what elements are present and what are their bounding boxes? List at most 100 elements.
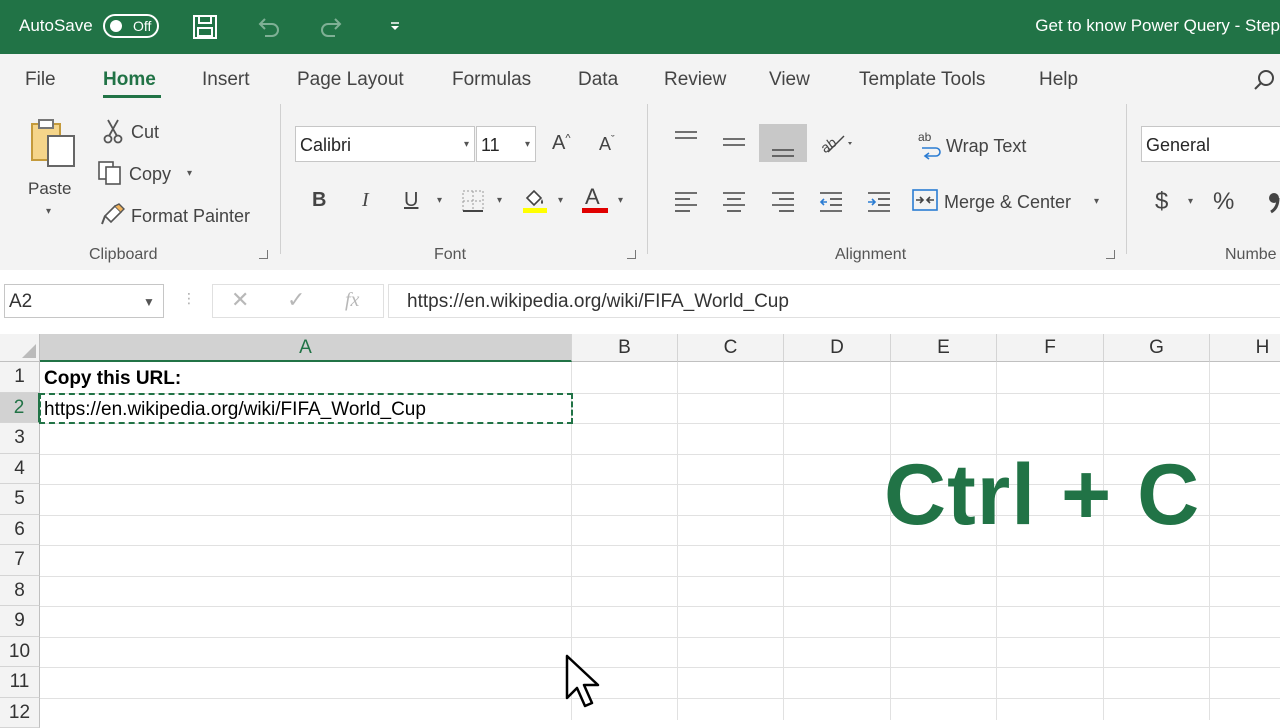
bold-button[interactable]: B: [312, 189, 326, 212]
row-header[interactable]: 6: [0, 515, 40, 546]
tab-insert[interactable]: Insert: [202, 69, 250, 91]
orientation-icon[interactable]: ab: [818, 130, 854, 161]
number-group-label: Numbe: [1225, 246, 1277, 264]
merge-center-button[interactable]: Merge & Center: [944, 192, 1071, 213]
row-header[interactable]: 3: [0, 423, 40, 454]
borders-icon[interactable]: [461, 189, 485, 218]
cell-a1[interactable]: Copy this URL:: [44, 368, 181, 390]
row-header[interactable]: 4: [0, 454, 40, 485]
font-size-value: 11: [481, 135, 500, 156]
borders-dropdown-icon[interactable]: ▾: [497, 195, 502, 206]
column-header-f[interactable]: F: [997, 334, 1104, 362]
paste-button[interactable]: [28, 118, 78, 173]
number-format-select[interactable]: General: [1141, 126, 1280, 162]
keyboard-shortcut-overlay: Ctrl + C: [884, 446, 1200, 545]
cell-a2-copy-marquee[interactable]: https://en.wikipedia.org/wiki/FIFA_World…: [39, 393, 573, 424]
top-align-icon[interactable]: [674, 130, 698, 153]
wrap-text-icon[interactable]: ab: [918, 130, 944, 165]
currency-dropdown-icon[interactable]: ▾: [1188, 196, 1193, 207]
row-header[interactable]: 11: [0, 667, 40, 698]
column-header-a[interactable]: A: [40, 334, 572, 362]
row-header[interactable]: 7: [0, 545, 40, 576]
fill-color-icon[interactable]: [521, 186, 549, 219]
align-left-icon[interactable]: [674, 190, 698, 217]
name-box-value: A2: [9, 291, 32, 313]
tab-review[interactable]: Review: [664, 69, 726, 91]
formula-input[interactable]: https://en.wikipedia.org/wiki/FIFA_World…: [388, 284, 1280, 318]
column-header-b[interactable]: B: [572, 334, 678, 362]
cancel-entry-icon[interactable]: ✕: [231, 287, 249, 313]
column-header-g[interactable]: G: [1104, 334, 1210, 362]
bottom-align-button[interactable]: [759, 124, 807, 162]
decrease-font-size-button[interactable]: Aˇ: [599, 134, 615, 155]
wrap-text-button[interactable]: Wrap Text: [946, 136, 1026, 157]
row-header[interactable]: 10: [0, 637, 40, 668]
confirm-entry-icon[interactable]: ✓: [287, 287, 305, 313]
row-header[interactable]: 8: [0, 576, 40, 607]
tab-home[interactable]: Home: [103, 69, 156, 91]
increase-font-size-button[interactable]: A^: [552, 132, 571, 155]
tab-data[interactable]: Data: [578, 69, 618, 91]
align-right-icon[interactable]: [771, 190, 795, 217]
select-all-corner[interactable]: [0, 334, 40, 362]
gridline: [783, 362, 784, 720]
name-box[interactable]: A2 ▼: [4, 284, 164, 318]
redo-icon[interactable]: [318, 13, 346, 41]
paste-dropdown-icon[interactable]: ▾: [46, 206, 51, 217]
font-name-select[interactable]: Calibri ▾: [295, 126, 475, 162]
tab-help[interactable]: Help: [1039, 69, 1078, 91]
increase-indent-icon[interactable]: [867, 190, 891, 217]
copy-button[interactable]: Copy: [129, 164, 171, 185]
number-format-value: General: [1146, 135, 1210, 156]
middle-align-icon[interactable]: [722, 130, 746, 159]
decrease-indent-icon[interactable]: [819, 190, 843, 217]
customize-qat-icon[interactable]: [381, 13, 409, 41]
paste-label[interactable]: Paste: [28, 179, 71, 199]
clipboard-dialog-launcher[interactable]: [259, 250, 268, 259]
cut-button[interactable]: Cut: [131, 122, 159, 143]
font-group-label: Font: [434, 246, 466, 264]
underline-dropdown-icon[interactable]: ▾: [437, 195, 442, 206]
percent-button[interactable]: %: [1213, 188, 1234, 216]
underline-button[interactable]: U: [404, 189, 418, 212]
insert-function-icon[interactable]: fx: [345, 289, 359, 312]
row-header[interactable]: 1: [0, 362, 40, 393]
gridline: [40, 698, 1280, 699]
paste-icon: [28, 118, 78, 168]
tab-view[interactable]: View: [769, 69, 810, 91]
tab-page-layout[interactable]: Page Layout: [297, 69, 404, 91]
save-icon[interactable]: [191, 13, 219, 41]
undo-icon[interactable]: [254, 13, 282, 41]
alignment-dialog-launcher[interactable]: [1106, 250, 1115, 259]
ribbon: Paste ▾ Cut Copy ▾ Format Painter Clipbo…: [0, 104, 1280, 271]
group-separator: [1126, 104, 1127, 254]
search-icon[interactable]: [1252, 68, 1276, 97]
column-header-e[interactable]: E: [891, 334, 997, 362]
tab-formulas[interactable]: Formulas: [452, 69, 531, 91]
tab-file[interactable]: File: [25, 69, 56, 91]
row-header[interactable]: 2: [0, 393, 40, 424]
copy-dropdown-icon[interactable]: ▾: [187, 168, 192, 179]
font-dialog-launcher[interactable]: [627, 250, 636, 259]
font-size-dropdown-icon: ▾: [525, 139, 530, 150]
gridline: [40, 606, 1280, 607]
comma-style-icon[interactable]: [1266, 190, 1280, 221]
row-header[interactable]: 5: [0, 484, 40, 515]
align-center-icon[interactable]: [722, 190, 746, 217]
column-header-c[interactable]: C: [678, 334, 784, 362]
column-header-d[interactable]: D: [784, 334, 891, 362]
font-size-select[interactable]: 11 ▾: [476, 126, 536, 162]
row-header[interactable]: 12: [0, 698, 40, 728]
autosave-toggle[interactable]: Off: [103, 14, 159, 38]
italic-button[interactable]: I: [362, 189, 369, 212]
font-color-button[interactable]: A: [581, 184, 609, 214]
currency-button[interactable]: $: [1155, 188, 1168, 216]
font-color-dropdown-icon[interactable]: ▾: [618, 195, 623, 206]
merge-center-dropdown-icon[interactable]: ▾: [1094, 196, 1099, 207]
row-header[interactable]: 9: [0, 606, 40, 637]
fill-color-dropdown-icon[interactable]: ▾: [558, 195, 563, 206]
column-header-h[interactable]: H: [1210, 334, 1280, 362]
tab-template-tools[interactable]: Template Tools: [859, 69, 985, 91]
format-painter-button[interactable]: Format Painter: [131, 206, 250, 227]
merge-center-icon[interactable]: [912, 188, 938, 217]
